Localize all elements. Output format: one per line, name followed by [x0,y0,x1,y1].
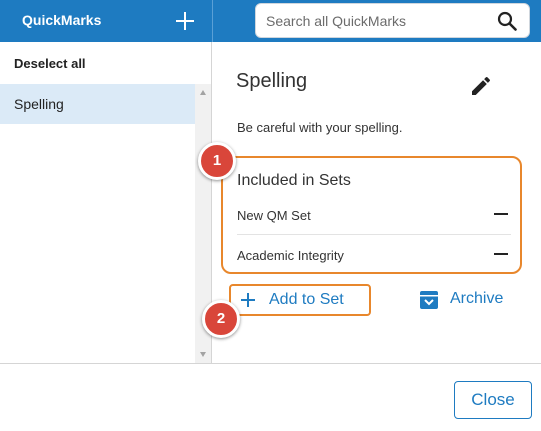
sets-heading: Included in Sets [237,172,351,189]
add-quickmark-button[interactable] [174,10,196,32]
set-name: Academic Integrity [237,248,344,263]
sidebar: Deselect all Spelling [0,42,212,363]
plus-icon [241,293,255,307]
scroll-up-arrow-icon[interactable] [200,90,206,95]
sidebar-item-label: Spelling [14,96,64,112]
minus-icon[interactable] [493,207,509,221]
add-to-set-button[interactable]: Add to Set [229,284,371,316]
sidebar-item-spelling[interactable]: Spelling [0,84,195,124]
archive-label: Archive [450,290,504,307]
set-row: New QM Set [237,194,511,235]
archive-box-icon [420,291,438,309]
annotation-badge-1: 1 [198,142,236,180]
top-bar: QuickMarks [0,0,541,42]
archive-button[interactable]: Archive [420,288,512,314]
divider [212,0,213,42]
pencil-icon[interactable] [469,74,493,98]
quickmark-title: Spelling [236,70,308,92]
annotation-badge-2: 2 [202,300,240,338]
add-to-set-label: Add to Set [269,291,344,308]
close-button[interactable]: Close [454,381,532,419]
dialog-footer: Close [0,363,541,431]
scroll-down-arrow-icon[interactable] [200,352,206,357]
search-box[interactable] [255,3,530,38]
included-in-sets-section: Included in Sets New QM Set Academic Int… [221,156,522,274]
set-name: New QM Set [237,208,311,223]
app-title: QuickMarks [22,12,102,28]
minus-icon[interactable] [493,247,509,261]
set-row: Academic Integrity [237,234,511,274]
search-icon[interactable] [497,11,517,31]
deselect-all-link[interactable]: Deselect all [14,56,86,71]
quickmark-description: Be careful with your spelling. [237,120,403,135]
search-input[interactable] [256,4,486,37]
quickmark-detail-panel: Spelling Be careful with your spelling. … [213,42,541,363]
